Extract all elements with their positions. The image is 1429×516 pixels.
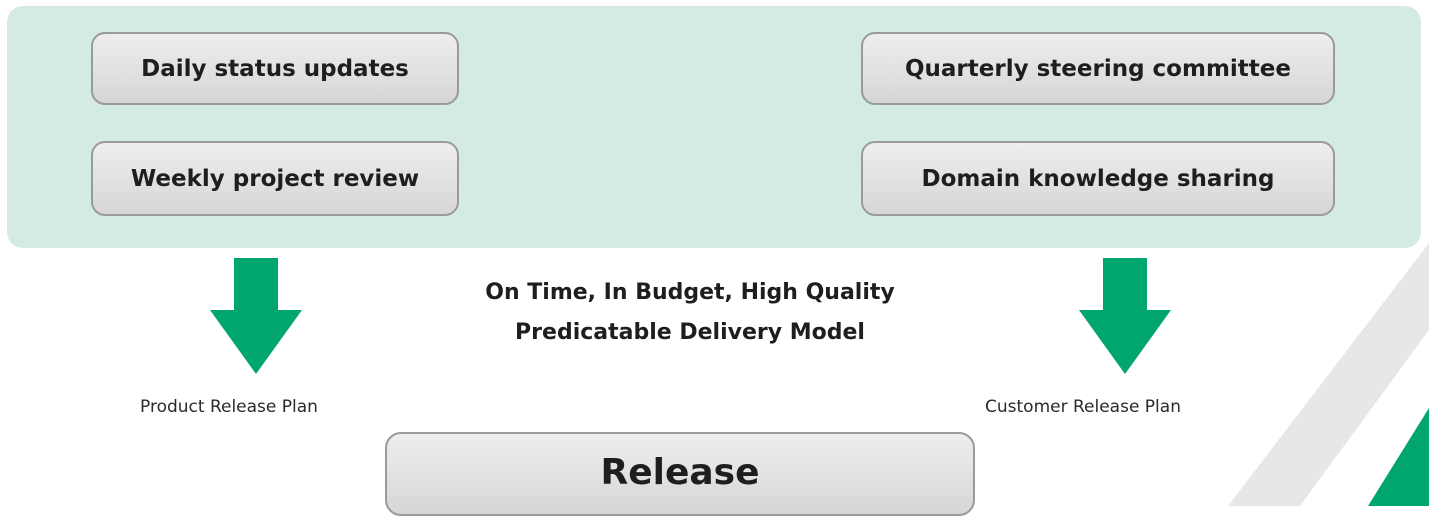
domain-knowledge-sharing-box: Domain knowledge sharing [861, 141, 1335, 216]
quarterly-steering-committee-label: Quarterly steering committee [904, 55, 1291, 82]
down-arrow-left-icon [210, 258, 302, 374]
quarterly-steering-committee-box: Quarterly steering committee [861, 32, 1335, 105]
corner-green-triangle [1368, 408, 1429, 506]
tagline-line-1: On Time, In Budget, High Quality [485, 280, 895, 305]
release-box: Release [385, 432, 975, 516]
weekly-project-review-box: Weekly project review [91, 141, 459, 216]
down-arrow-right-icon [1079, 258, 1171, 374]
product-release-plan-label: Product Release Plan [140, 397, 318, 417]
daily-status-updates-box: Daily status updates [91, 32, 459, 105]
tagline-line-2: Predicatable Delivery Model [515, 320, 865, 345]
release-label: Release [600, 452, 760, 493]
customer-release-plan-label: Customer Release Plan [985, 397, 1181, 417]
daily-status-updates-label: Daily status updates [141, 55, 409, 82]
domain-knowledge-sharing-label: Domain knowledge sharing [921, 165, 1275, 192]
weekly-project-review-label: Weekly project review [130, 165, 420, 192]
